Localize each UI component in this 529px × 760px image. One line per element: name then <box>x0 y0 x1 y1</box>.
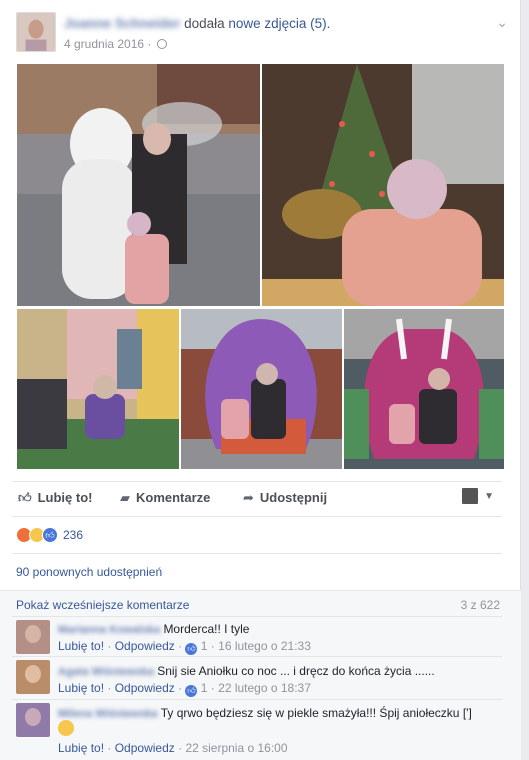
share-icon: ➦ <box>243 490 254 505</box>
comment-body: Marianna Kowalska Morderca!! I tyle <box>58 622 249 636</box>
comments-count: 3 z 622 <box>460 598 500 612</box>
comment-like-link[interactable]: Lubię to! <box>58 741 104 755</box>
post-headline: Joanne Schneider dodała nowe zdjęcia (5)… <box>64 16 330 31</box>
photo-5[interactable] <box>344 309 504 469</box>
confused-emoji-icon <box>58 720 74 736</box>
commenter-name[interactable]: Agata Wiśniewska <box>58 666 154 678</box>
commenter-avatar[interactable] <box>16 660 50 694</box>
photo-4[interactable] <box>181 309 342 469</box>
comment-label: Komentarze <box>136 490 211 505</box>
audience-selector[interactable]: ▼ <box>462 488 494 504</box>
previous-comments-link[interactable]: Pokaż wcześniejsze komentarze <box>16 598 189 612</box>
shares-link[interactable]: 90 ponownych udostępnień <box>16 565 162 579</box>
comment-text: Ty qrwo będziesz się w piekle smażyła!!!… <box>160 706 472 720</box>
comment-likes[interactable]: 1 <box>201 681 208 695</box>
comment-meta: Lubię to! · Odpowiedz · 22 sierpnia o 16… <box>58 741 288 755</box>
comment-reply-link[interactable]: Odpowiedz <box>115 681 175 695</box>
reactions-summary[interactable]: 👍︎ 236 <box>16 527 83 543</box>
like-icon: 👍︎ <box>18 490 32 505</box>
comment-meta: Lubię to! · Odpowiedz · 👍︎ 1 · 16 lutego… <box>58 639 311 655</box>
user-avatar <box>462 488 479 504</box>
comment-icon: ▰ <box>120 490 130 505</box>
comment-body: Milena Wiśniewska Ty qrwo będziesz się w… <box>58 706 472 720</box>
post-verb: dodała <box>184 16 225 31</box>
commenter-name[interactable]: Marianna Kowalska <box>58 624 160 636</box>
comment-like-link[interactable]: Lubię to! <box>58 681 104 695</box>
author-avatar[interactable] <box>16 12 56 52</box>
comment-body: Agata Wiśniewska Snij sie Aniołku co noc… <box>58 664 435 678</box>
comment-time[interactable]: 22 sierpnia o 16:00 <box>185 741 287 755</box>
comment-button[interactable]: ▰ Komentarze <box>120 490 210 506</box>
comment-text: Morderca!! I tyle <box>163 622 250 636</box>
comment-time[interactable]: 16 lutego o 21:33 <box>218 639 311 653</box>
commenter-name[interactable]: Milena Wiśniewska <box>58 708 158 720</box>
divider <box>12 516 502 517</box>
photo-1[interactable] <box>17 64 260 306</box>
photo-2[interactable] <box>262 64 504 306</box>
commenter-avatar[interactable] <box>16 620 50 654</box>
post-date[interactable]: 4 grudnia 2016 <box>64 37 144 51</box>
comment-time[interactable]: 22 lutego o 18:37 <box>218 681 311 695</box>
divider <box>12 699 502 700</box>
share-label: Udostępnij <box>259 490 328 505</box>
comment-reply-link[interactable]: Odpowiedz <box>115 741 175 755</box>
reaction-count: 236 <box>63 528 84 542</box>
comment-meta: Lubię to! · Odpowiedz · 👍︎ 1 · 22 lutego… <box>58 681 311 697</box>
album-link[interactable]: nowe zdjęcia (5). <box>228 16 330 31</box>
meta-separator: · <box>147 37 152 51</box>
comment-text: Snij sie Aniołku co noc ... i dręcz do k… <box>157 664 435 678</box>
globe-icon <box>156 39 167 49</box>
divider <box>12 553 502 554</box>
post-card: Joanne Schneider dodała nowe zdjęcia (5)… <box>0 0 521 760</box>
chevron-down-icon[interactable]: ⌄ <box>496 14 508 31</box>
photo-3[interactable] <box>17 309 179 469</box>
author-name[interactable]: Joanne Schneider <box>64 16 180 31</box>
like-reaction-icon: 👍︎ <box>42 527 58 543</box>
like-badge-icon: 👍︎ <box>185 685 198 697</box>
comment-reply-link[interactable]: Odpowiedz <box>115 639 175 653</box>
divider <box>12 616 502 617</box>
commenter-avatar[interactable] <box>16 703 50 737</box>
like-label: Lubię to! <box>37 490 93 505</box>
caret-down-icon: ▼ <box>484 490 494 502</box>
post-meta: 4 grudnia 2016 · <box>64 37 167 51</box>
comment-like-link[interactable]: Lubię to! <box>58 639 104 653</box>
share-button[interactable]: ➦ Udostępnij <box>243 490 327 506</box>
like-badge-icon: 👍︎ <box>185 643 198 655</box>
like-button[interactable]: 👍︎ Lubię to! <box>18 490 92 506</box>
comment-likes[interactable]: 1 <box>201 639 208 653</box>
divider <box>12 656 502 657</box>
action-bar: 👍︎ Lubię to! ▰ Komentarze ➦ Udostępnij ▼ <box>12 482 502 516</box>
